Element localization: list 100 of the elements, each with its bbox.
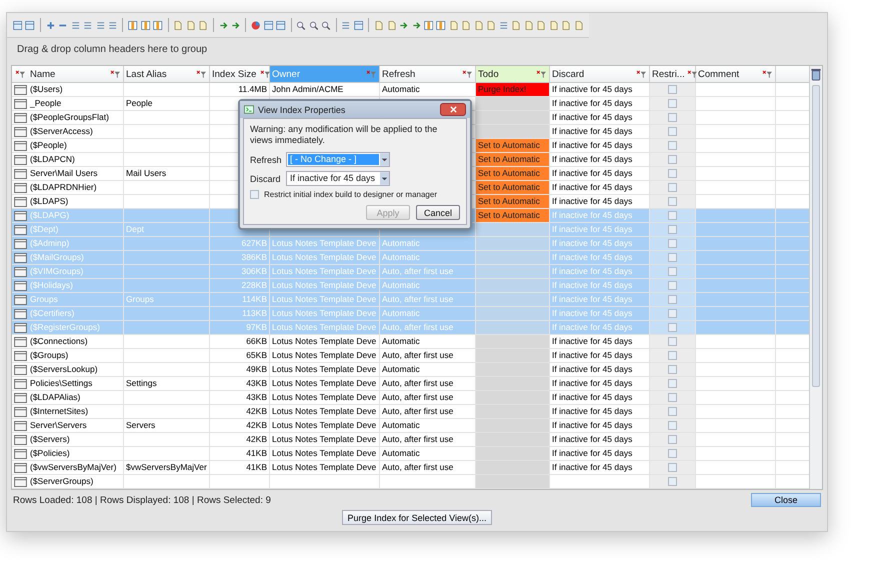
warning-text: Warning: any modification will be applied to the views immediately.	[250, 124, 438, 146]
table-cell: ($Adminp)	[30, 238, 70, 248]
table-cell: ($People)	[30, 140, 67, 150]
table-cell: 43KB	[246, 378, 267, 388]
table-cell: ($Groups)	[30, 350, 68, 360]
table-cell: If inactive for 45 days	[552, 210, 632, 220]
table-cell: ($InternetSites)	[30, 406, 88, 416]
table-cell: ($Servers)	[30, 434, 70, 444]
table-cell: 42KB	[246, 406, 267, 416]
table-cell: If inactive for 45 days	[552, 140, 632, 150]
table-cell: If inactive for 45 days	[552, 448, 632, 458]
table-cell: _People	[30, 98, 62, 108]
table-cell: If inactive for 45 days	[552, 266, 632, 276]
table-cell: If inactive for 45 days	[552, 462, 632, 472]
table-cell: ($Connections)	[30, 336, 88, 346]
table-cell: Lotus Notes Template Deve	[272, 378, 376, 388]
table-cell: ($ServerGroups)	[30, 476, 94, 486]
table-cell: 49KB	[246, 364, 267, 374]
table-cell: 97KB	[246, 322, 267, 332]
table-cell: Lotus Notes Template Deve	[272, 336, 376, 346]
table-cell: Lotus Notes Template Deve	[272, 392, 376, 402]
table-cell: Groups	[126, 294, 154, 304]
table-cell: Automatic	[382, 308, 420, 318]
table-cell: Auto, after first use	[382, 406, 454, 416]
table-cell: 306KB	[241, 266, 267, 276]
table-cell: 43KB	[246, 392, 267, 402]
table-cell: Groups	[30, 294, 58, 304]
table-cell: Lotus Notes Template Deve	[272, 294, 376, 304]
field-label: Refresh	[250, 154, 283, 164]
table-cell: 113KB	[242, 308, 267, 318]
table-cell: ($Certifiers)	[30, 308, 74, 318]
table-cell: Lotus Notes Template Deve	[272, 434, 376, 444]
table-cell: If inactive for 45 days	[552, 322, 632, 332]
todo-cell: Set to Automatic	[476, 153, 549, 166]
table-cell: Lotus Notes Template Deve	[272, 308, 376, 318]
table-cell: Auto, after first use	[382, 378, 454, 388]
todo-cell: Set to Automatic	[476, 139, 549, 152]
table-cell: If inactive for 45 days	[552, 126, 632, 136]
table-cell: 627KB	[241, 238, 267, 248]
table-cell: If inactive for 45 days	[552, 196, 632, 206]
table-cell: 228KB	[241, 280, 267, 290]
todo-cell: Set to Automatic	[476, 195, 549, 208]
table-cell: If inactive for 45 days	[552, 350, 632, 360]
table-cell: If inactive for 45 days	[552, 378, 632, 388]
table-cell: Automatic	[382, 238, 420, 248]
table-cell: Auto, after first use	[382, 322, 454, 332]
table-cell: 114KB	[242, 294, 267, 304]
table-cell: If inactive for 45 days	[552, 252, 632, 262]
table-cell: ($LDAPAlias)	[30, 392, 80, 402]
table-cell: Auto, after first use	[382, 434, 454, 444]
table-cell: Auto, after first use	[382, 266, 454, 276]
table-cell: 42KB	[246, 434, 267, 444]
table-cell: If inactive for 45 days	[552, 392, 632, 402]
table-cell: ($MailGroups)	[30, 252, 84, 262]
table-cell: ($Dept)	[30, 224, 58, 234]
group-hint: Drag & drop column headers here to group	[16, 43, 208, 57]
table-cell: Servers	[126, 420, 156, 430]
field-label: Discard	[250, 174, 282, 184]
table-cell: Auto, after first use	[382, 294, 454, 304]
table-cell: ($ServersLookup)	[30, 364, 98, 374]
table-cell: ($Policies)	[30, 448, 70, 458]
table-cell: Server\Servers	[30, 420, 87, 430]
table-cell: ($ServerAccess)	[30, 126, 93, 136]
table-cell: Policies\Settings	[30, 378, 92, 388]
table-cell: ($LDAPCN)	[30, 154, 75, 164]
table-cell: ($LDAPG)	[30, 210, 70, 220]
table-cell: People	[126, 98, 152, 108]
table-cell: 11.4MB	[238, 84, 267, 94]
table-cell: If inactive for 45 days	[552, 294, 632, 304]
todo-cell: Purge Index!	[476, 83, 549, 96]
table-cell: 41KB	[246, 462, 267, 472]
table-cell: Lotus Notes Template Deve	[272, 252, 376, 262]
table-cell: If inactive for 45 days	[552, 336, 632, 346]
table-cell: Lotus Notes Template Deve	[272, 420, 376, 430]
table-cell: Lotus Notes Template Deve	[272, 322, 376, 332]
table-cell: If inactive for 45 days	[552, 420, 632, 430]
table-cell: If inactive for 45 days	[552, 434, 632, 444]
table-cell: Lotus Notes Template Deve	[272, 350, 376, 360]
table-cell: If inactive for 45 days	[552, 98, 632, 108]
table-cell: Automatic	[382, 280, 420, 290]
table-cell: 41KB	[246, 448, 267, 458]
table-cell: If inactive for 45 days	[552, 308, 632, 318]
table-cell: If inactive for 45 days	[552, 112, 632, 122]
table-cell: If inactive for 45 days	[552, 364, 632, 374]
table-cell: Auto, after first use	[382, 462, 454, 472]
table-cell: Lotus Notes Template Deve	[272, 462, 376, 472]
table-cell: Lotus Notes Template Deve	[272, 280, 376, 290]
table-cell: Server\Mail Users	[30, 168, 98, 178]
table-cell: Lotus Notes Template Deve	[272, 448, 376, 458]
table-cell: Automatic	[382, 420, 420, 430]
table-cell: If inactive for 45 days	[552, 154, 632, 164]
todo-cell: Set to Automatic	[476, 181, 549, 194]
table-cell: Automatic	[382, 448, 420, 458]
todo-cell: Set to Automatic	[476, 167, 549, 180]
table-cell: Settings	[126, 378, 157, 388]
table-cell: ($VIMGroups)	[30, 266, 84, 276]
table-cell: $vwServersByMajVer	[126, 462, 207, 472]
table-cell: Dept	[126, 224, 144, 234]
table-cell: If inactive for 45 days	[552, 406, 632, 416]
table-cell: Lotus Notes Template Deve	[272, 238, 376, 248]
